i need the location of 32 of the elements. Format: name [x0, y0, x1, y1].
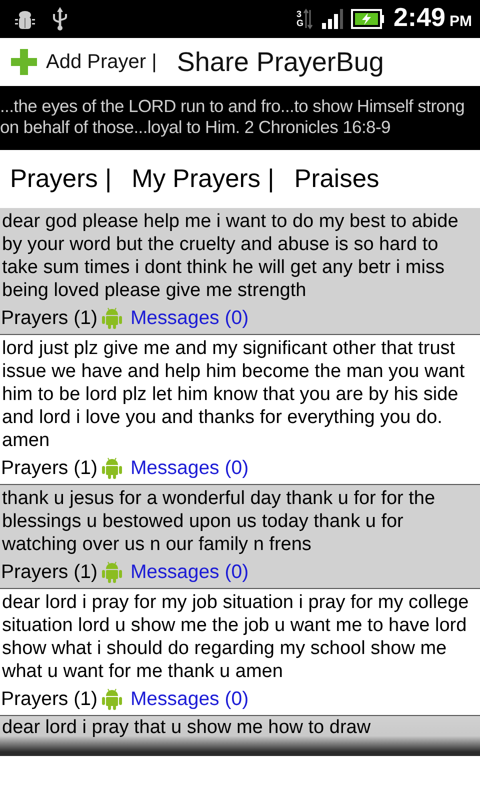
prayer-text: dear lord i pray for my job situation i pray for my college situation lord u show me the job u want me to have lord show what i should do regarding my school show me what u want for me thank u amen	[1, 591, 470, 683]
messages-link[interactable]: Messages (0)	[130, 687, 249, 711]
messages-link[interactable]: Messages (0)	[130, 306, 249, 330]
debug-bug-icon	[14, 8, 36, 30]
tab[interactable]: Praises	[294, 160, 380, 198]
verse-text: ...the eyes of the LORD run to and fro...to show Himself strong on behalf of those...loyal to Him. 2 Chronicles 16:8-9	[0, 96, 466, 138]
add-prayer-button[interactable]: Add Prayer |	[46, 47, 157, 77]
prayer-text: thank u jesus for a wonderful day thank u for for the blessings u bestowed upon us today thank u for watching over us n our family n frens	[1, 487, 436, 556]
clock-time: 2:49	[393, 4, 446, 30]
robot-icon	[102, 457, 122, 479]
prayer-text: dear god please help me i want to do my best to abide by your word but the cruelty and abuse is so hard to take sum times i dont think he will get any betr i miss being loved please give me strength	[1, 210, 460, 302]
tab[interactable]: My Prayers |	[132, 160, 274, 198]
robot-icon	[102, 561, 122, 583]
tab[interactable]: Prayers |	[10, 160, 112, 198]
prayer-count: Prayers (1)	[1, 306, 98, 330]
robot-icon	[102, 307, 122, 329]
prayer-count: Prayers (1)	[1, 560, 98, 584]
share-button[interactable]: Share PrayerBug	[176, 42, 384, 82]
usb-icon	[52, 7, 68, 31]
messages-link[interactable]: Messages (0)	[130, 456, 249, 480]
messages-link[interactable]: Messages (0)	[130, 560, 249, 584]
prayer-count: Prayers (1)	[1, 456, 98, 480]
signal-icon	[321, 9, 344, 29]
plus-icon	[10, 48, 38, 76]
battery-charging-icon	[351, 8, 386, 30]
robot-icon	[102, 688, 122, 710]
prayer-text: dear lord i pray that u show me how to draw	[1, 716, 372, 739]
prayer-count: Prayers (1)	[1, 687, 98, 711]
data-arrows-icon	[303, 8, 314, 30]
clock-period: PM	[450, 12, 472, 32]
network-type-label: 3G	[295, 10, 304, 28]
prayer-text: lord just plz give me and my significant other that trust issue we have and help him become the man you want him to be lord plz let him know that you are by his side and lord i love you and thanks for everything you do. amen	[1, 337, 466, 452]
